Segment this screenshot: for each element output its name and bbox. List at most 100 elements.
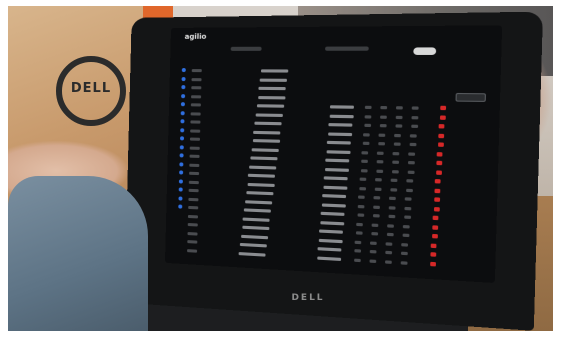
row-alert-badge (430, 252, 437, 257)
row-status-dot (179, 136, 185, 141)
row-metric (385, 241, 393, 246)
row-status-dot (179, 144, 184, 149)
row-id (191, 94, 202, 98)
row-alert-badge (433, 197, 440, 202)
row-id (189, 154, 200, 158)
row-alert-badge (436, 151, 443, 157)
row-name (255, 112, 283, 117)
row-value (319, 229, 343, 234)
row-status-dot (179, 170, 184, 175)
row-metric (362, 141, 370, 146)
row-metric (357, 213, 364, 217)
row-metric (389, 196, 397, 201)
row-id (191, 86, 202, 90)
row-metric (410, 133, 417, 138)
row-alert-badge (432, 215, 439, 221)
row-metric (387, 223, 395, 228)
table-row[interactable] (177, 85, 493, 94)
row-status-dot (181, 68, 186, 73)
row-value (318, 238, 343, 243)
row-metric (390, 178, 398, 183)
table-row[interactable] (178, 76, 494, 86)
row-status-dot (178, 187, 183, 192)
row-metric (384, 259, 392, 264)
row-status-dot (181, 93, 186, 98)
row-metric (400, 251, 408, 256)
row-id (190, 111, 201, 116)
row-name (254, 121, 282, 126)
row-metric (353, 258, 361, 262)
row-value (326, 140, 351, 145)
row-metric (379, 124, 387, 128)
row-metric (380, 115, 387, 119)
row-metric (358, 195, 366, 199)
row-metric (386, 232, 394, 237)
row-id (189, 146, 200, 150)
row-metric (410, 124, 418, 128)
row-alert-badge (432, 224, 439, 230)
row-metric (373, 196, 381, 200)
row-id (187, 222, 198, 227)
row-name (238, 251, 266, 257)
row-metric (403, 224, 410, 229)
row-metric (395, 115, 403, 119)
row-alert-badge (434, 188, 441, 193)
row-metric (406, 179, 414, 183)
row-metric (385, 250, 393, 255)
row-name (242, 217, 271, 222)
row-value (321, 202, 346, 208)
row-metric (402, 233, 410, 238)
row-metric (361, 150, 369, 155)
row-metric (369, 258, 376, 263)
row-metric (371, 232, 378, 236)
row-metric (394, 133, 402, 137)
row-metric (409, 142, 417, 147)
table-row[interactable] (178, 68, 494, 76)
row-value (327, 131, 352, 136)
row-metric (392, 151, 400, 155)
row-metric (408, 151, 416, 156)
view-toggle[interactable] (413, 47, 437, 55)
row-metric (375, 169, 383, 173)
row-id (189, 137, 201, 141)
row-metric (407, 170, 415, 174)
row-metric (401, 242, 409, 247)
top-bar-item (230, 46, 262, 51)
row-metric (388, 214, 395, 219)
row-metric (357, 204, 365, 208)
row-alert-badge (435, 179, 442, 184)
row-metric (356, 222, 364, 226)
row-id (187, 240, 198, 244)
row-name (258, 86, 287, 91)
row-value (320, 211, 345, 216)
row-name (259, 78, 288, 82)
row-value (317, 247, 342, 252)
box-logo-text: DELL (70, 81, 112, 96)
row-metric (373, 205, 380, 209)
row-value (322, 194, 347, 199)
row-value (316, 255, 341, 261)
row-name (253, 130, 281, 135)
row-metric (375, 178, 383, 182)
row-metric (378, 133, 386, 137)
row-status-dot (178, 178, 183, 184)
row-id (191, 77, 202, 81)
row-metric (411, 115, 419, 119)
row-value (325, 158, 350, 163)
row-metric (405, 197, 413, 201)
row-status-dot (181, 76, 186, 81)
row-name (251, 147, 279, 152)
row-name (245, 199, 273, 204)
row-name (248, 173, 276, 178)
row-status-dot (180, 119, 185, 124)
row-value (319, 220, 344, 225)
row-status-dot (178, 204, 183, 209)
row-alert-badge (431, 243, 437, 248)
row-alert-badge (438, 124, 445, 129)
row-metric (403, 215, 411, 219)
row-id (188, 205, 199, 210)
row-metric (377, 151, 385, 155)
row-id (190, 120, 201, 124)
row-alert-badge (437, 142, 444, 147)
row-metric (361, 159, 368, 163)
